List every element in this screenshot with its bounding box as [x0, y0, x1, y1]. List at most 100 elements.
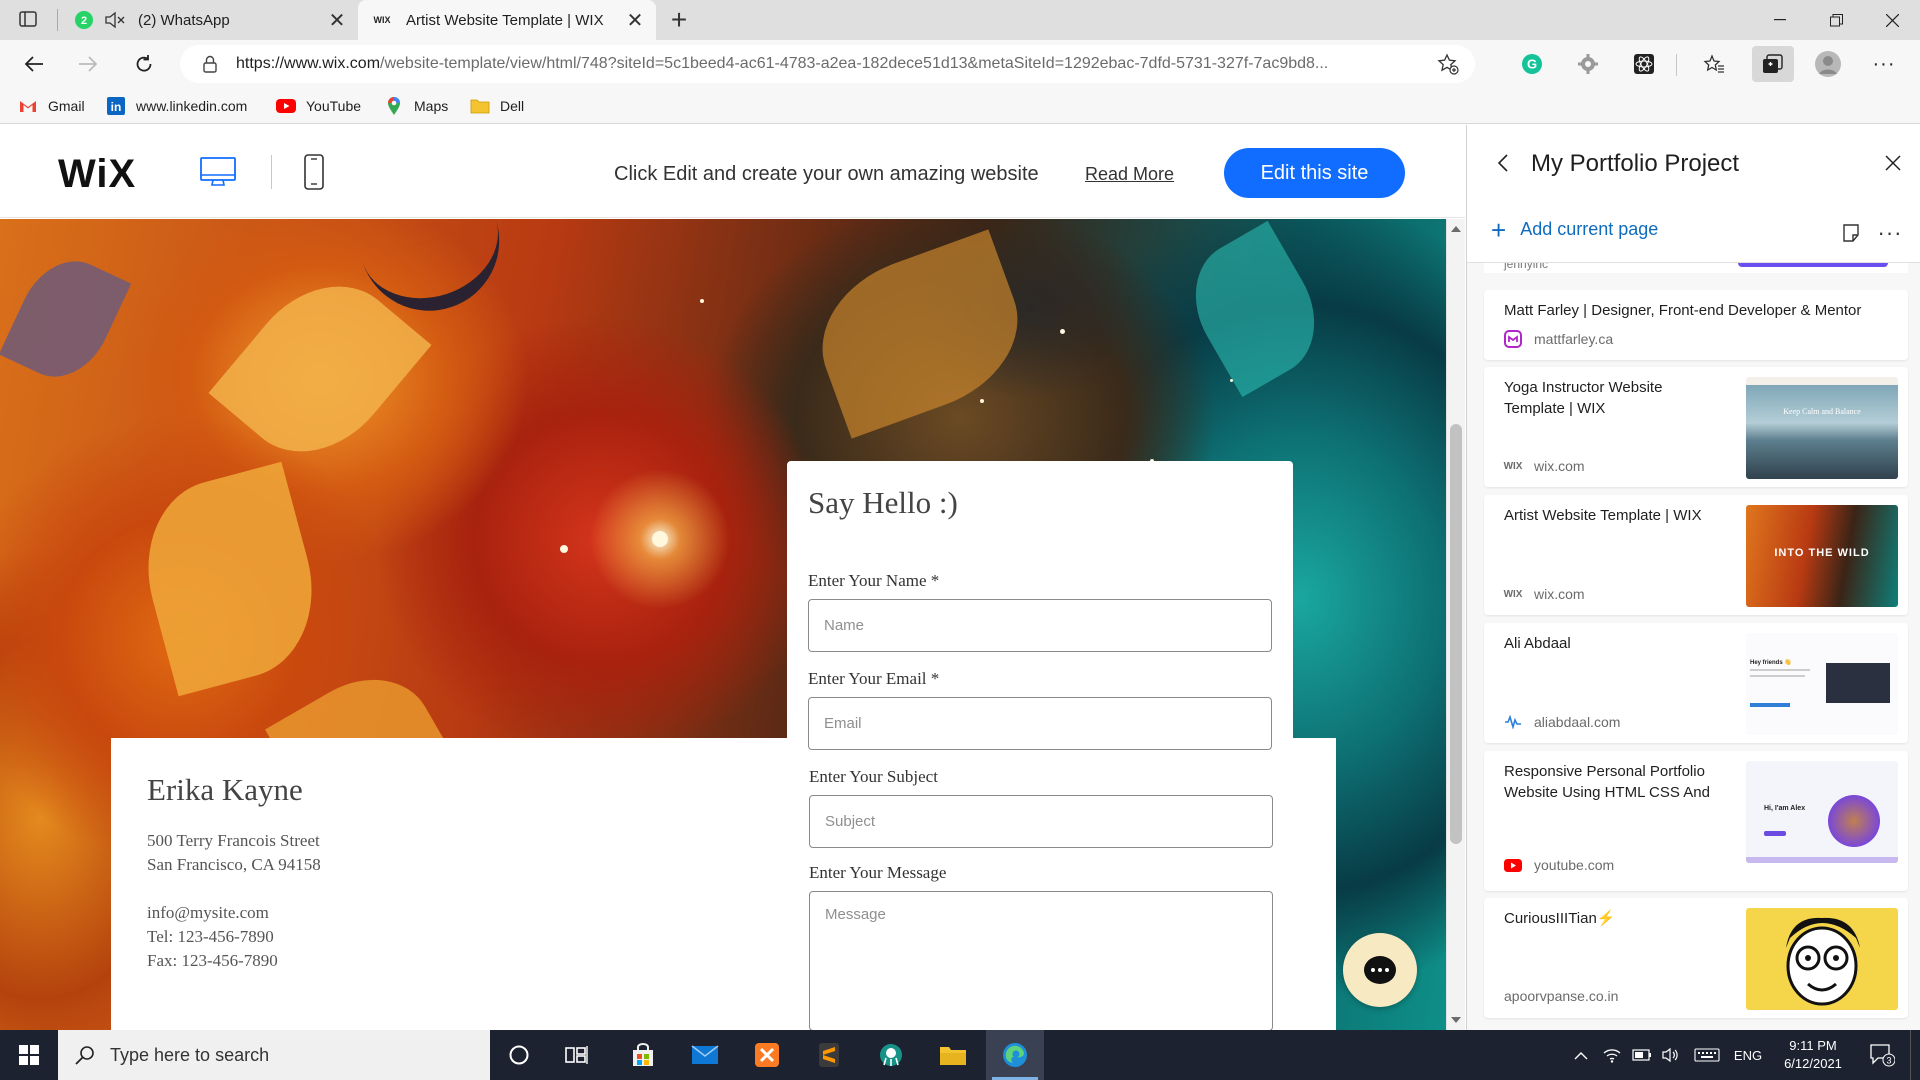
- tab-whatsapp[interactable]: 2 (2) WhatsApp ✕: [62, 0, 358, 40]
- tab-close-icon[interactable]: ✕: [322, 5, 352, 35]
- desktop-view-button[interactable]: [197, 151, 239, 193]
- collection-item[interactable]: Ali Abdaal aliabdaal.com Hey friends 👋: [1484, 623, 1908, 743]
- file-explorer-button[interactable]: [924, 1030, 982, 1080]
- wix-favicon-icon: WIX: [1503, 460, 1523, 472]
- task-view-button[interactable]: [548, 1030, 606, 1080]
- react-devtools-icon[interactable]: [1628, 48, 1660, 80]
- url-text[interactable]: https://www.wix.com/website-template/vie…: [236, 55, 1431, 73]
- email-label: Enter Your Email *: [808, 669, 940, 688]
- tab-close-icon[interactable]: ✕: [620, 5, 650, 35]
- collection-item-source: youtube.com: [1504, 856, 1614, 874]
- collection-item-partial[interactable]: jennyinc: [1484, 263, 1908, 273]
- profile-avatar[interactable]: [1812, 48, 1844, 80]
- collections-button[interactable]: [1752, 46, 1794, 82]
- address-bar[interactable]: https://www.wix.com/website-template/vie…: [180, 45, 1475, 83]
- restore-button[interactable]: [1808, 0, 1864, 40]
- bookmark-maps[interactable]: Maps: [384, 94, 448, 118]
- bookmark-youtube[interactable]: YouTube: [276, 94, 361, 118]
- wifi-icon[interactable]: [1598, 1030, 1626, 1080]
- lock-icon[interactable]: [198, 52, 222, 76]
- muted-speaker-icon[interactable]: [104, 10, 126, 30]
- read-more-link[interactable]: Read More: [1085, 164, 1174, 185]
- sublime-text-button[interactable]: [800, 1030, 858, 1080]
- page-scrollbar[interactable]: [1446, 219, 1465, 1030]
- gitkraken-button[interactable]: [862, 1030, 920, 1080]
- favorites-icon[interactable]: [1698, 48, 1730, 80]
- add-favorite-icon[interactable]: [1431, 47, 1465, 81]
- address-line: San Francisco, CA 94158: [147, 855, 321, 874]
- show-hidden-icons-button[interactable]: [1566, 1030, 1596, 1080]
- wix-logo[interactable]: WiX: [58, 152, 136, 197]
- collection-item[interactable]: CuriousIIITian⚡ apoorvpanse.co.in: [1484, 898, 1908, 1018]
- extension-gear-icon[interactable]: [1572, 48, 1604, 80]
- notifications-button[interactable]: 3: [1862, 1030, 1902, 1080]
- tab-actions-button[interactable]: [18, 9, 38, 29]
- start-button[interactable]: [0, 1030, 58, 1080]
- url-path: /website-template/view/html/748?siteId=5…: [380, 55, 1329, 72]
- thumbnail-strip: [1738, 263, 1888, 267]
- source-domain: apoorvpanse.co.in: [1504, 988, 1619, 1004]
- name-input[interactable]: [808, 599, 1272, 652]
- battery-icon[interactable]: [1628, 1030, 1656, 1080]
- collection-item[interactable]: Yoga Instructor Website Template | WIX WI…: [1484, 367, 1908, 487]
- chat-button[interactable]: [1343, 933, 1417, 1007]
- new-tab-button[interactable]: +: [664, 4, 694, 35]
- task-view-icon: [565, 1046, 588, 1064]
- message-textarea[interactable]: [809, 891, 1273, 1030]
- store-bag-icon: [633, 1043, 653, 1066]
- toolbar-separator: [1676, 54, 1677, 76]
- windows-taskbar: Type here to search ENG 9:11 PM 6/12/202…: [0, 1030, 1920, 1080]
- mail-button[interactable]: [676, 1030, 734, 1080]
- add-note-icon[interactable]: [1837, 219, 1865, 247]
- tab-title: Artist Website Template | WIX: [406, 11, 604, 29]
- scroll-up-arrow-icon[interactable]: [1451, 226, 1461, 232]
- bookmark-linkedin[interactable]: in www.linkedin.com: [106, 94, 247, 118]
- bookmark-folder-dell[interactable]: Dell: [470, 94, 524, 118]
- minimize-button[interactable]: [1752, 0, 1808, 40]
- back-button[interactable]: [18, 48, 50, 80]
- edge-button[interactable]: [986, 1030, 1044, 1080]
- microsoft-store-button[interactable]: [614, 1030, 672, 1080]
- edit-this-site-button[interactable]: Edit this site: [1224, 148, 1405, 198]
- cortana-button[interactable]: [490, 1030, 548, 1080]
- tab-wix[interactable]: WIX Artist Website Template | WIX ✕: [358, 0, 656, 40]
- collection-item-source: mattfarley.ca: [1504, 330, 1613, 348]
- forward-button[interactable]: [72, 48, 104, 80]
- collection-more-icon[interactable]: ···: [1875, 219, 1905, 247]
- plus-icon: +: [1491, 214, 1507, 245]
- add-current-page-button[interactable]: + Add current page: [1491, 214, 1659, 245]
- close-window-button[interactable]: [1864, 0, 1920, 40]
- svg-text:G: G: [1527, 57, 1537, 72]
- keyboard-icon[interactable]: [1690, 1030, 1724, 1080]
- collections-close-button[interactable]: [1877, 147, 1909, 179]
- collection-item[interactable]: Responsive Personal Portfolio Website Usi…: [1484, 751, 1908, 891]
- mobile-view-button[interactable]: [293, 151, 335, 193]
- add-current-page-label: Add current page: [1520, 219, 1659, 239]
- collection-item[interactable]: Matt Farley | Designer, Front-end Develo…: [1484, 290, 1908, 360]
- language-indicator[interactable]: ENG: [1730, 1030, 1766, 1080]
- refresh-button[interactable]: [128, 48, 160, 80]
- address-line: 500 Terry Francois Street: [147, 831, 320, 850]
- taskbar-search-box[interactable]: Type here to search: [58, 1030, 490, 1080]
- scroll-down-arrow-icon[interactable]: [1451, 1017, 1461, 1023]
- collection-item-title: Matt Farley | Designer, Front-end Develo…: [1504, 302, 1862, 319]
- linkedin-icon: in: [106, 96, 126, 116]
- subject-input[interactable]: [809, 795, 1273, 848]
- collection-item-title: Yoga Instructor Website Template | WIX: [1504, 379, 1663, 417]
- subject-label: Enter Your Subject: [809, 767, 938, 786]
- clock[interactable]: 9:11 PM 6/12/2021: [1770, 1030, 1856, 1080]
- settings-more-icon[interactable]: ···: [1868, 48, 1900, 80]
- scrollbar-thumb[interactable]: [1450, 424, 1462, 844]
- collection-item[interactable]: Artist Website Template | WIX WIX wix.co…: [1484, 495, 1908, 615]
- volume-icon[interactable]: [1658, 1030, 1686, 1080]
- windows-logo-icon: [19, 1045, 39, 1065]
- xampp-button[interactable]: [738, 1030, 796, 1080]
- show-desktop-button[interactable]: [1910, 1030, 1914, 1080]
- curiousiiitian-thumbnail-image: [1746, 908, 1898, 1010]
- email-input[interactable]: [808, 697, 1272, 750]
- leaf-shape: [1172, 220, 1338, 398]
- collections-back-button[interactable]: [1487, 147, 1519, 179]
- bookmark-gmail[interactable]: Gmail: [18, 94, 85, 118]
- email-link[interactable]: info@mysite.com: [147, 901, 269, 925]
- grammarly-icon[interactable]: G: [1516, 48, 1548, 80]
